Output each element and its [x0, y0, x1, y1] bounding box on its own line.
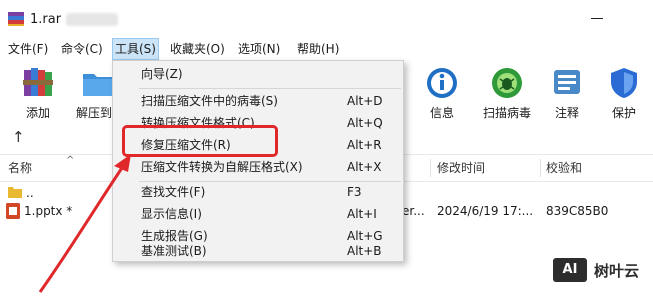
watermark-text: 树叶云	[594, 262, 640, 280]
watermark-logo: AI	[553, 258, 587, 282]
annotation-arrow	[38, 154, 131, 293]
